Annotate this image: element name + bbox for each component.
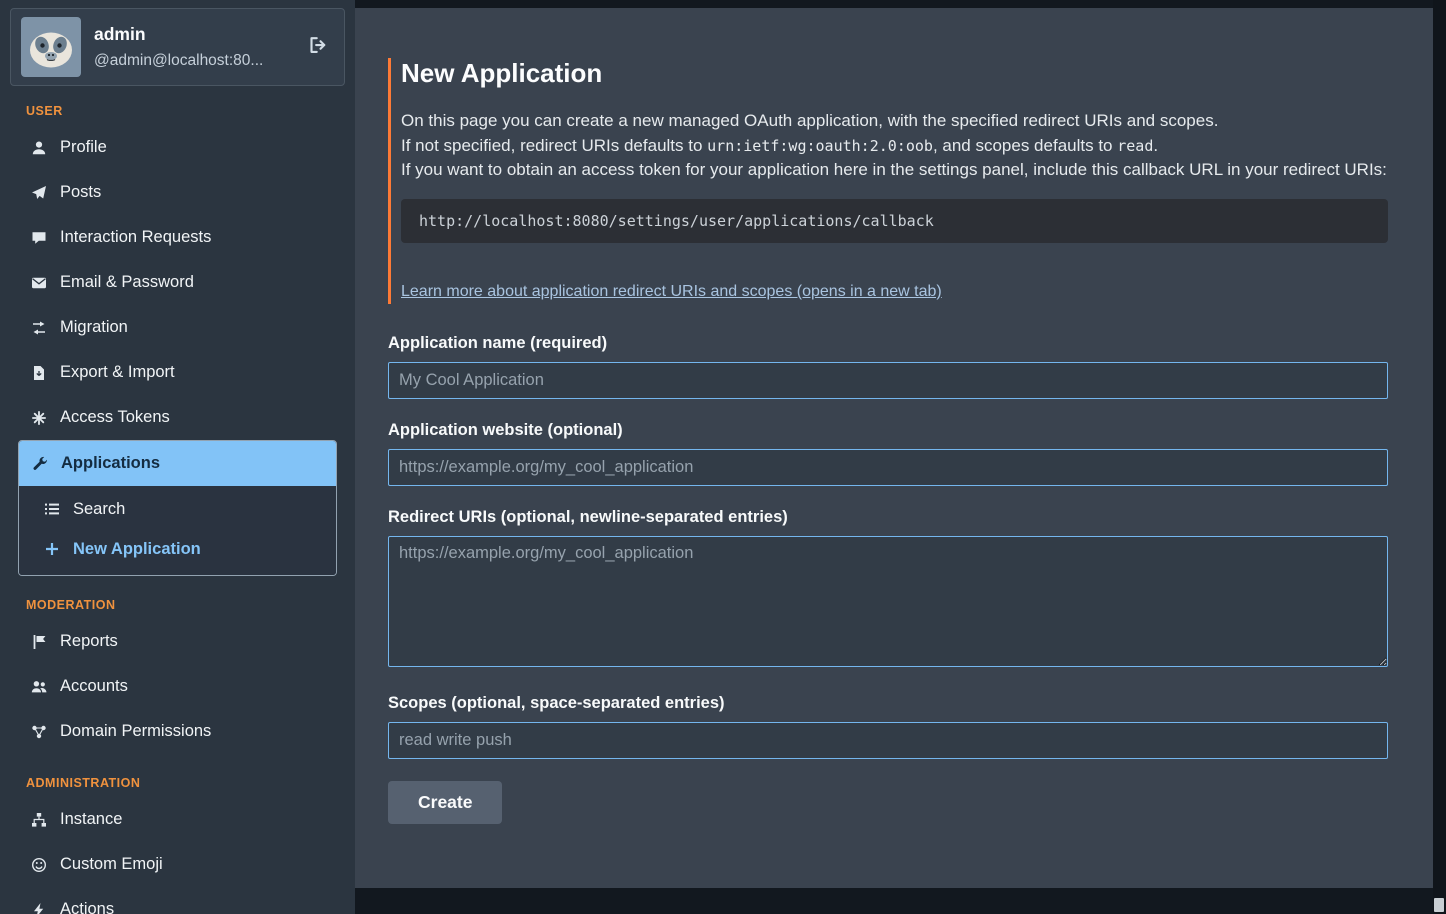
- avatar: [21, 17, 81, 77]
- application-website-input[interactable]: [388, 449, 1388, 486]
- sidebar-item-domain-permissions[interactable]: Domain Permissions: [0, 709, 355, 754]
- sidebar-item-export-import[interactable]: Export & Import: [0, 350, 355, 395]
- page-title: New Application: [401, 58, 1388, 89]
- sidebar-item-label: Export & Import: [60, 362, 175, 383]
- inline-code-read: read: [1117, 137, 1153, 155]
- application-name-field: Application name (required): [388, 334, 1388, 399]
- sidebar-item-label: Accounts: [60, 676, 128, 697]
- sidebar-item-label: Domain Permissions: [60, 721, 211, 742]
- inline-code-oob: urn:ietf:wg:oauth:2.0:oob: [707, 137, 933, 155]
- network-icon: [30, 724, 48, 740]
- new-application-form: Application name (required) Application …: [388, 334, 1388, 824]
- app-root: admin @admin@localhost:80... USER Profil…: [0, 0, 1446, 914]
- scopes-input[interactable]: [388, 722, 1388, 759]
- callback-url: http://localhost:8080/settings/user/appl…: [419, 212, 934, 230]
- intro-line2: If not specified, redirect URIs defaults…: [401, 134, 1388, 159]
- callback-url-codeblock: http://localhost:8080/settings/user/appl…: [401, 199, 1388, 243]
- application-website-label: Application website (optional): [388, 421, 1388, 440]
- sidebar-item-label: Interaction Requests: [60, 227, 211, 248]
- user-name: admin: [94, 24, 263, 45]
- certificate-icon: [30, 410, 48, 426]
- user-icon: [30, 140, 48, 156]
- sidebar-item-access-tokens[interactable]: Access Tokens: [0, 395, 355, 440]
- transfer-arrows-icon: [30, 320, 48, 336]
- sidebar-item-actions[interactable]: Actions: [0, 887, 355, 914]
- sidebar-item-label: New Application: [73, 539, 201, 559]
- main-panel: New Application On this page you can cre…: [355, 8, 1433, 888]
- redirect-uris-field: Redirect URIs (optional, newline-separat…: [388, 508, 1388, 672]
- intro-line3: If you want to obtain an access token fo…: [401, 158, 1388, 183]
- main-outer: New Application On this page you can cre…: [355, 0, 1446, 914]
- redirect-uris-textarea[interactable]: [388, 536, 1388, 667]
- application-name-input[interactable]: [388, 362, 1388, 399]
- sidebar-item-label: Reports: [60, 631, 118, 652]
- sidebar-nav: USER Profile Posts Interaction Requests: [0, 92, 355, 914]
- sidebar-item-interaction-requests[interactable]: Interaction Requests: [0, 215, 355, 260]
- wrench-icon: [31, 456, 49, 472]
- sidebar-item-instance[interactable]: Instance: [0, 797, 355, 842]
- sidebar-item-label: Email & Password: [60, 272, 194, 293]
- sidebar-item-migration[interactable]: Migration: [0, 305, 355, 350]
- sidebar-item-label: Profile: [60, 137, 107, 158]
- smiley-icon: [30, 857, 48, 873]
- intro-text: If not specified, redirect URIs defaults…: [401, 136, 707, 155]
- applications-submenu: Search New Application: [19, 486, 336, 575]
- sidebar-item-applications-search[interactable]: Search: [19, 489, 336, 529]
- application-name-label: Application name (required): [388, 334, 1388, 353]
- create-button[interactable]: Create: [388, 781, 502, 824]
- vertical-scrollbar[interactable]: [1433, 0, 1446, 914]
- sitemap-icon: [30, 812, 48, 828]
- sidebar-item-label: Migration: [60, 317, 128, 338]
- intro-text: , and scopes defaults to: [933, 136, 1117, 155]
- speech-bubble-icon: [30, 230, 48, 246]
- envelope-icon: [30, 275, 48, 291]
- scopes-label: Scopes (optional, space-separated entrie…: [388, 694, 1388, 713]
- application-website-field: Application website (optional): [388, 421, 1388, 486]
- sidebar-item-custom-emoji[interactable]: Custom Emoji: [0, 842, 355, 887]
- learn-more-link[interactable]: Learn more about application redirect UR…: [401, 283, 942, 300]
- sidebar-item-new-application[interactable]: New Application: [19, 529, 336, 569]
- sidebar-item-label: Posts: [60, 182, 101, 203]
- sidebar-item-accounts[interactable]: Accounts: [0, 664, 355, 709]
- file-export-icon: [30, 365, 48, 381]
- sidebar-item-label: Applications: [61, 453, 160, 474]
- plus-icon: [43, 541, 61, 557]
- section-label-user: USER: [0, 92, 355, 125]
- sidebar-item-profile[interactable]: Profile: [0, 125, 355, 170]
- intro-text: .: [1153, 136, 1158, 155]
- sidebar-item-label: Access Tokens: [60, 407, 170, 428]
- user-meta: admin @admin@localhost:80...: [94, 24, 263, 70]
- intro-section: New Application On this page you can cre…: [388, 58, 1388, 304]
- scopes-field: Scopes (optional, space-separated entrie…: [388, 694, 1388, 759]
- sidebar-item-reports[interactable]: Reports: [0, 619, 355, 664]
- sidebar-item-posts[interactable]: Posts: [0, 170, 355, 215]
- intro-line1: On this page you can create a new manage…: [401, 109, 1388, 134]
- user-card[interactable]: admin @admin@localhost:80...: [10, 8, 345, 86]
- list-icon: [43, 501, 61, 517]
- redirect-uris-label: Redirect URIs (optional, newline-separat…: [388, 508, 1388, 527]
- scrollbar-thumb[interactable]: [1434, 898, 1444, 912]
- sidebar-item-applications[interactable]: Applications: [19, 441, 336, 486]
- logout-icon[interactable]: [308, 35, 334, 60]
- users-icon: [30, 679, 48, 695]
- sidebar-item-label: Custom Emoji: [60, 854, 163, 875]
- sidebar-item-email-password[interactable]: Email & Password: [0, 260, 355, 305]
- flag-icon: [30, 634, 48, 650]
- sidebar-item-label: Actions: [60, 899, 114, 914]
- bolt-icon: [30, 902, 48, 914]
- user-handle: @admin@localhost:80...: [94, 52, 263, 70]
- sidebar-item-label: Instance: [60, 809, 122, 830]
- applications-menu-group: Applications Search New Application: [18, 440, 337, 576]
- section-label-administration: ADMINISTRATION: [0, 754, 355, 797]
- section-label-moderation: MODERATION: [0, 576, 355, 619]
- sidebar: admin @admin@localhost:80... USER Profil…: [0, 0, 355, 914]
- paper-plane-icon: [30, 185, 48, 201]
- learn-more-paragraph: Learn more about application redirect UR…: [401, 279, 1388, 305]
- sidebar-item-label: Search: [73, 499, 125, 519]
